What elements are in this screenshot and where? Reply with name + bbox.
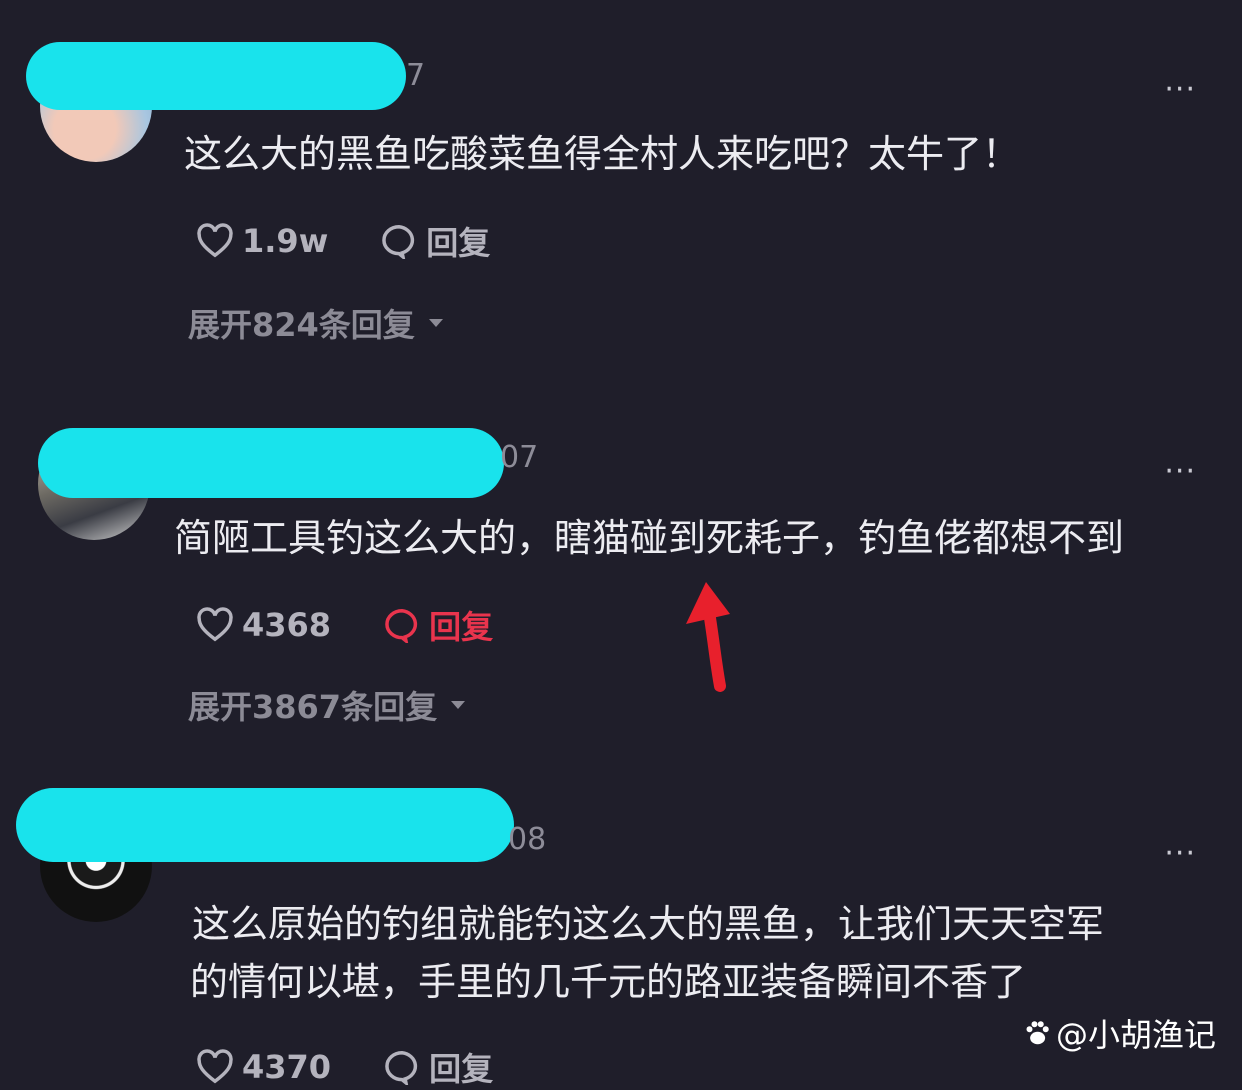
comment-text-line-1: 这么原始的钓组就能钓这么大的黑鱼，让我们天天空军: [192, 902, 1105, 946]
comment-date: 08: [508, 822, 547, 857]
like-button[interactable]: 4370: [196, 1048, 331, 1086]
redacted-username: [16, 788, 514, 862]
like-count: 4370: [242, 1048, 332, 1086]
paw-icon: [1026, 1021, 1049, 1045]
watermark: @小胡渔记: [1022, 1010, 1216, 1056]
comment-3: 08 ··· 这么原始的钓组就能钓这么大的黑鱼，让我们天天空军 的情何以堪，手里…: [0, 0, 1242, 1088]
watermark-label: @小胡渔记: [1055, 1016, 1216, 1054]
more-options-button[interactable]: ···: [1164, 836, 1196, 871]
comment-text-line-2: 的情何以堪，手里的几千元的路亚装备瞬间不香了: [190, 960, 1027, 1004]
comment-screen: { "comments": [ { "date_fragment": "7", …: [0, 0, 1242, 1088]
reply-label: 回复: [429, 1050, 494, 1088]
comment-actions: 4370 回复: [196, 1044, 545, 1090]
reply-button[interactable]: 回复: [383, 1044, 493, 1090]
